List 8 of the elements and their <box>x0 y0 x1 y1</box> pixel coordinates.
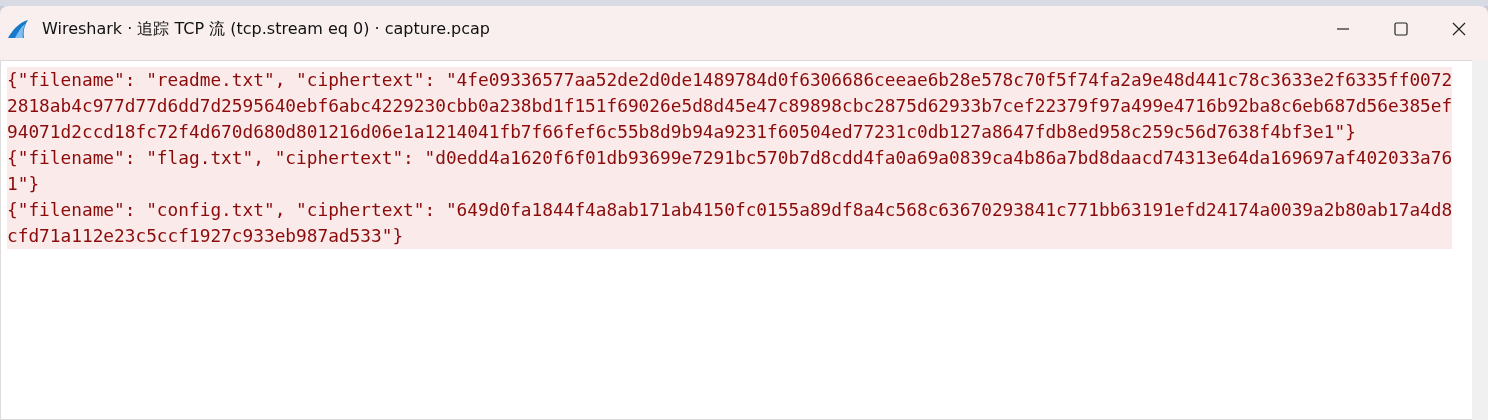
stream-text: {"filename": "config.txt", "ciphertext": "649d0fa1844f4a8ab171ab4150fc0155a89df8a4c568c63670293841c771bb63191efd24174a0039a2b80ab17a4d8cfd71a112e23c5ccf1927c933eb987ad533"} <box>7 197 1453 249</box>
scrollbar[interactable] <box>1472 60 1488 420</box>
fin-icon <box>6 17 30 41</box>
close-icon <box>1452 22 1466 36</box>
window-title: Wireshark · 追踪 TCP 流 (tcp.stream eq 0) · capture.pcap <box>42 18 490 40</box>
maximize-icon <box>1394 22 1408 36</box>
stream-text: {"filename": "flag.txt", "ciphertext": "d0edd4a1620f6f01db93699e7291bc570b7d8cdd4fa0a69a0839ca4b86a7bd8daacd74313e64da169697af402033a761"} <box>7 145 1453 197</box>
stream-text: {"filename": "readme.txt", "ciphertext": "4fe09336577aa52de2d0de1489784d0f6306686ceeae6b28e578c70f5f74fa2a9e48d441c78c3633e2f6335ff00722818ab4c977d77d6dd7d2595640ebf6abc4229230cbb0a238bd1f151f69026e5d8d45e47c89898cbc2875d62933b7cef22379f97a499e4716b92ba8c6eb687d56e385ef94071d2ccd18fc72f4d670d680d801216d06e1a1214041fb7f66fef6c55b8d9b94a9231f60504ed77231c0db127a8647fdb8ed958c259c56d7638f4bf3e1"} <box>7 67 1453 145</box>
